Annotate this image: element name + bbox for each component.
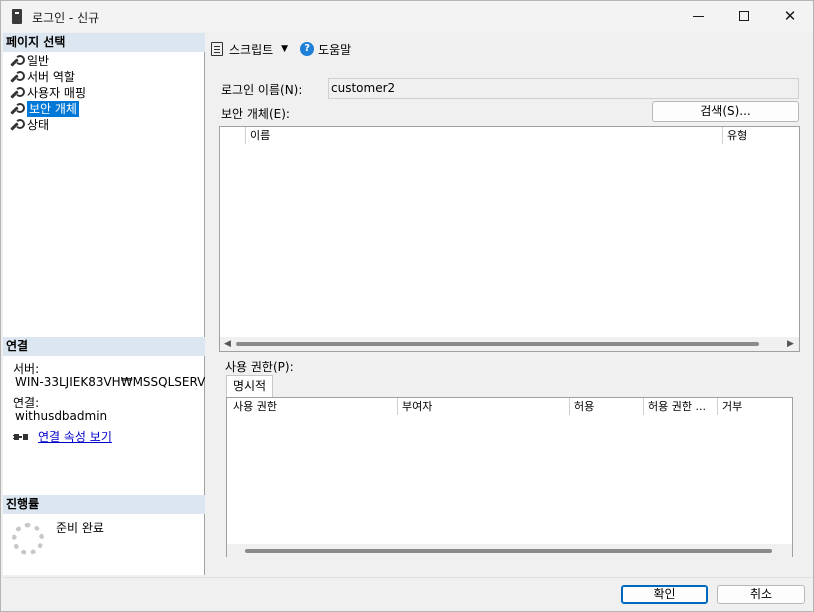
permissions-label: 사용 권한(P): <box>225 360 294 374</box>
sidebar-item-label: 일반 <box>27 54 50 68</box>
scroll-right-icon[interactable]: ▶ <box>787 339 794 349</box>
permissions-hscrollbar[interactable] <box>227 544 792 558</box>
permissions-grid[interactable]: 사용 권한 부여자 허용 허용 권한 ... 거부 <box>226 397 793 558</box>
wrench-icon <box>9 119 25 131</box>
sidebar-item-general[interactable]: 일반 <box>9 53 49 69</box>
securables-hscrollbar[interactable]: ◀ ▶ <box>220 337 799 351</box>
sidebar-item-securables[interactable]: 보안 개체 <box>9 101 79 117</box>
title-bar: 로그인 - 신규 ✕ <box>1 1 813 32</box>
progress-status: 준비 완료 <box>56 521 104 535</box>
scroll-left-icon[interactable]: ◀ <box>224 339 231 349</box>
grid-header-name[interactable]: 이름 <box>246 127 723 144</box>
wrench-icon <box>9 71 25 83</box>
wrench-icon <box>9 103 25 115</box>
page-select-header: 페이지 선택 <box>3 33 205 52</box>
cancel-button[interactable]: 취소 <box>717 585 805 604</box>
close-button[interactable]: ✕ <box>767 1 813 32</box>
server-value: WIN-33LJIEK83VH₩MSSQLSERVE <box>15 376 205 389</box>
grid-header-icon <box>220 127 246 144</box>
scroll-thumb[interactable] <box>236 342 759 346</box>
grid-header-type[interactable]: 유형 <box>723 127 799 144</box>
wrench-icon <box>9 87 25 99</box>
ok-button[interactable]: 확인 <box>621 585 708 604</box>
help-icon: ? <box>300 42 315 56</box>
server-app-icon <box>12 9 22 24</box>
sidebar-item-label: 보안 개체 <box>27 101 79 117</box>
progress-spinner-icon <box>12 523 44 555</box>
chevron-down-icon[interactable]: ▼ <box>281 44 288 54</box>
securables-grid[interactable]: 이름 유형 ◀ ▶ <box>219 126 800 352</box>
script-button[interactable]: 스크립트 <box>229 41 273 58</box>
grid-header-with-grant[interactable]: 허용 권한 ... <box>644 398 718 415</box>
login-new-dialog: 로그인 - 신규 ✕ 페이지 선택 일반 서버 역할 사용자 매핑 보안 개체 … <box>0 0 814 612</box>
view-connection-properties-label: 연결 속성 보기 <box>38 430 112 444</box>
left-panel: 페이지 선택 일반 서버 역할 사용자 매핑 보안 개체 상태 연결 서버: W… <box>3 33 205 575</box>
scroll-thumb[interactable] <box>245 549 772 553</box>
help-button[interactable]: 도움말 <box>318 41 351 58</box>
grid-header-grantor[interactable]: 부여자 <box>398 398 570 415</box>
sidebar-item-label: 사용자 매핑 <box>27 86 87 100</box>
minimize-button[interactable] <box>675 1 721 32</box>
grid-header-permission[interactable]: 사용 권한 <box>227 398 398 415</box>
login-name-label: 로그인 이름(N): <box>221 83 303 97</box>
search-button[interactable]: 검색(S)... <box>652 101 799 122</box>
script-icon <box>211 42 223 56</box>
sidebar-item-label: 상태 <box>27 118 50 132</box>
connection-value: withusdbadmin <box>15 409 108 423</box>
connection-properties-icon <box>13 434 28 440</box>
window-title: 로그인 - 신규 <box>32 11 100 25</box>
minimize-icon <box>693 16 704 17</box>
sidebar-item-user-mapping[interactable]: 사용자 매핑 <box>9 85 86 101</box>
toolbar: 스크립트 ▼ ? 도움말 <box>211 39 351 59</box>
maximize-icon <box>739 11 749 21</box>
securables-label: 보안 개체(E): <box>221 107 290 121</box>
wrench-icon <box>9 55 25 67</box>
progress-header: 진행률 <box>3 495 205 514</box>
connection-header: 연결 <box>3 337 205 356</box>
tab-explicit[interactable]: 명시적 <box>226 375 273 397</box>
sidebar-item-server-roles[interactable]: 서버 역할 <box>9 69 75 85</box>
view-connection-properties-link[interactable]: 연결 속성 보기 <box>38 431 112 444</box>
maximize-button[interactable] <box>721 1 767 32</box>
sidebar-item-status[interactable]: 상태 <box>9 117 49 133</box>
login-name-field[interactable]: customer2 <box>328 78 799 99</box>
grid-header-deny[interactable]: 거부 <box>718 398 792 415</box>
close-icon: ✕ <box>783 7 797 25</box>
sidebar-item-label: 서버 역할 <box>27 70 75 84</box>
server-label: 서버: <box>13 362 40 376</box>
grid-header-grant[interactable]: 허용 <box>570 398 644 415</box>
